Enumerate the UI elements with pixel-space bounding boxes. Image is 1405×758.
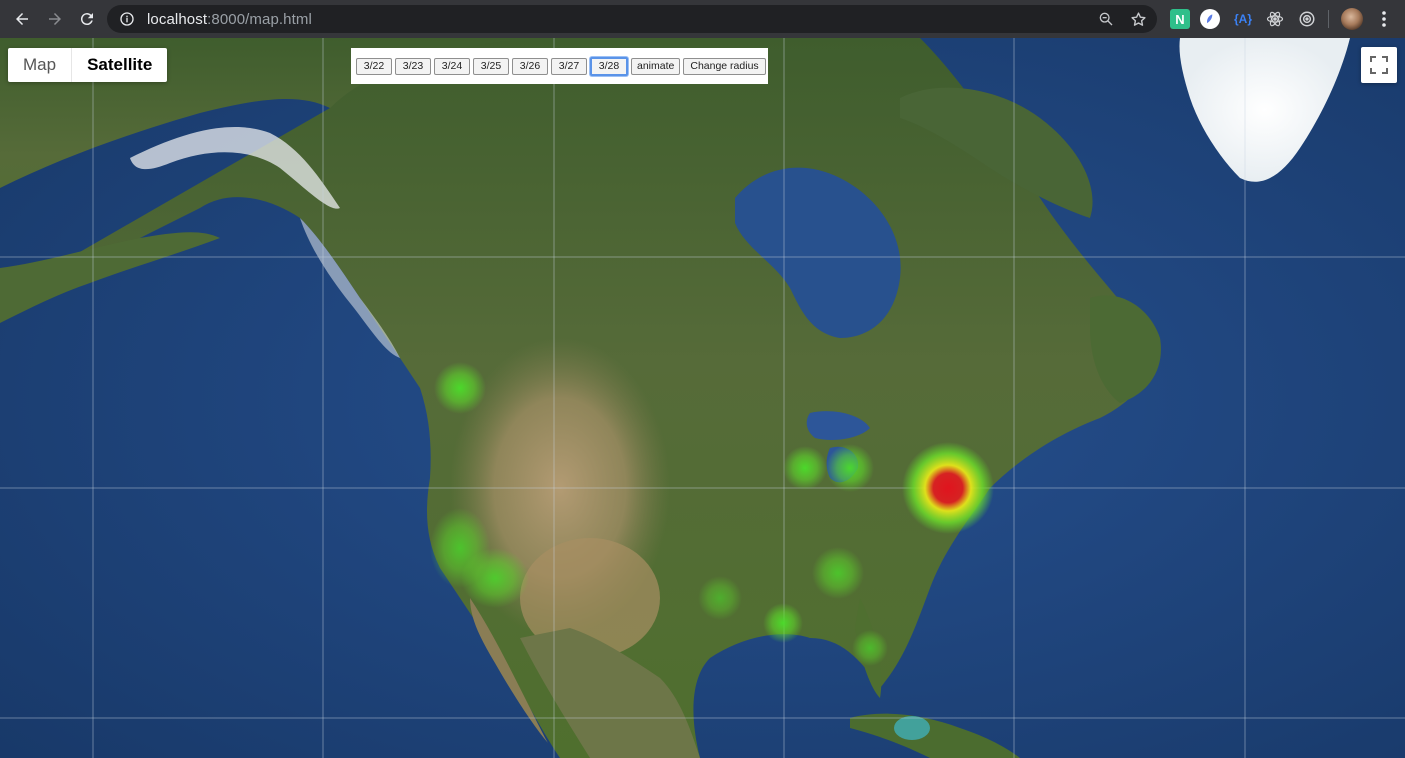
extension-a-icon[interactable]: {A} <box>1232 9 1254 29</box>
change-radius-button[interactable]: Change radius <box>683 57 766 75</box>
map-imagery[interactable] <box>0 38 1405 758</box>
extension-n-icon[interactable]: N <box>1170 9 1190 29</box>
date-button-3-28[interactable]: 3/28 <box>590 56 628 76</box>
fullscreen-button[interactable] <box>1361 47 1397 83</box>
satellite-map[interactable]: Map Satellite 3/22 3/23 3/24 3/25 3/26 3… <box>0 38 1405 758</box>
forward-icon[interactable] <box>44 8 66 30</box>
target-extension-icon[interactable] <box>1297 9 1317 29</box>
date-button-3-22[interactable]: 3/22 <box>356 57 392 75</box>
map-type-map-button[interactable]: Map <box>8 48 71 82</box>
react-devtools-icon[interactable] <box>1265 9 1285 29</box>
back-icon[interactable] <box>11 8 33 30</box>
date-button-3-26[interactable]: 3/26 <box>512 57 548 75</box>
menu-dots-icon[interactable] <box>1377 9 1391 29</box>
toolbar-divider <box>1328 10 1329 28</box>
url-text: localhost:8000/map.html <box>147 10 312 28</box>
browser-toolbar: localhost:8000/map.html N {A} <box>0 0 1405 38</box>
address-bar[interactable]: localhost:8000/map.html <box>107 5 1157 33</box>
info-icon[interactable] <box>119 11 135 27</box>
fullscreen-icon <box>1370 56 1388 74</box>
date-button-3-23[interactable]: 3/23 <box>395 57 431 75</box>
animate-button[interactable]: animate <box>631 57 681 75</box>
date-button-3-24[interactable]: 3/24 <box>434 57 470 75</box>
map-type-satellite-button[interactable]: Satellite <box>71 48 167 82</box>
date-button-3-27[interactable]: 3/27 <box>551 57 587 75</box>
date-control-panel: 3/22 3/23 3/24 3/25 3/26 3/27 3/28 anima… <box>351 48 768 84</box>
profile-avatar[interactable] <box>1341 8 1363 30</box>
date-button-3-25[interactable]: 3/25 <box>473 57 509 75</box>
bookmark-star-icon[interactable] <box>1129 10 1147 28</box>
map-type-control: Map Satellite <box>8 48 168 82</box>
zoom-icon[interactable] <box>1097 10 1115 28</box>
reload-icon[interactable] <box>76 8 98 30</box>
extension-circle-icon[interactable] <box>1200 9 1220 29</box>
